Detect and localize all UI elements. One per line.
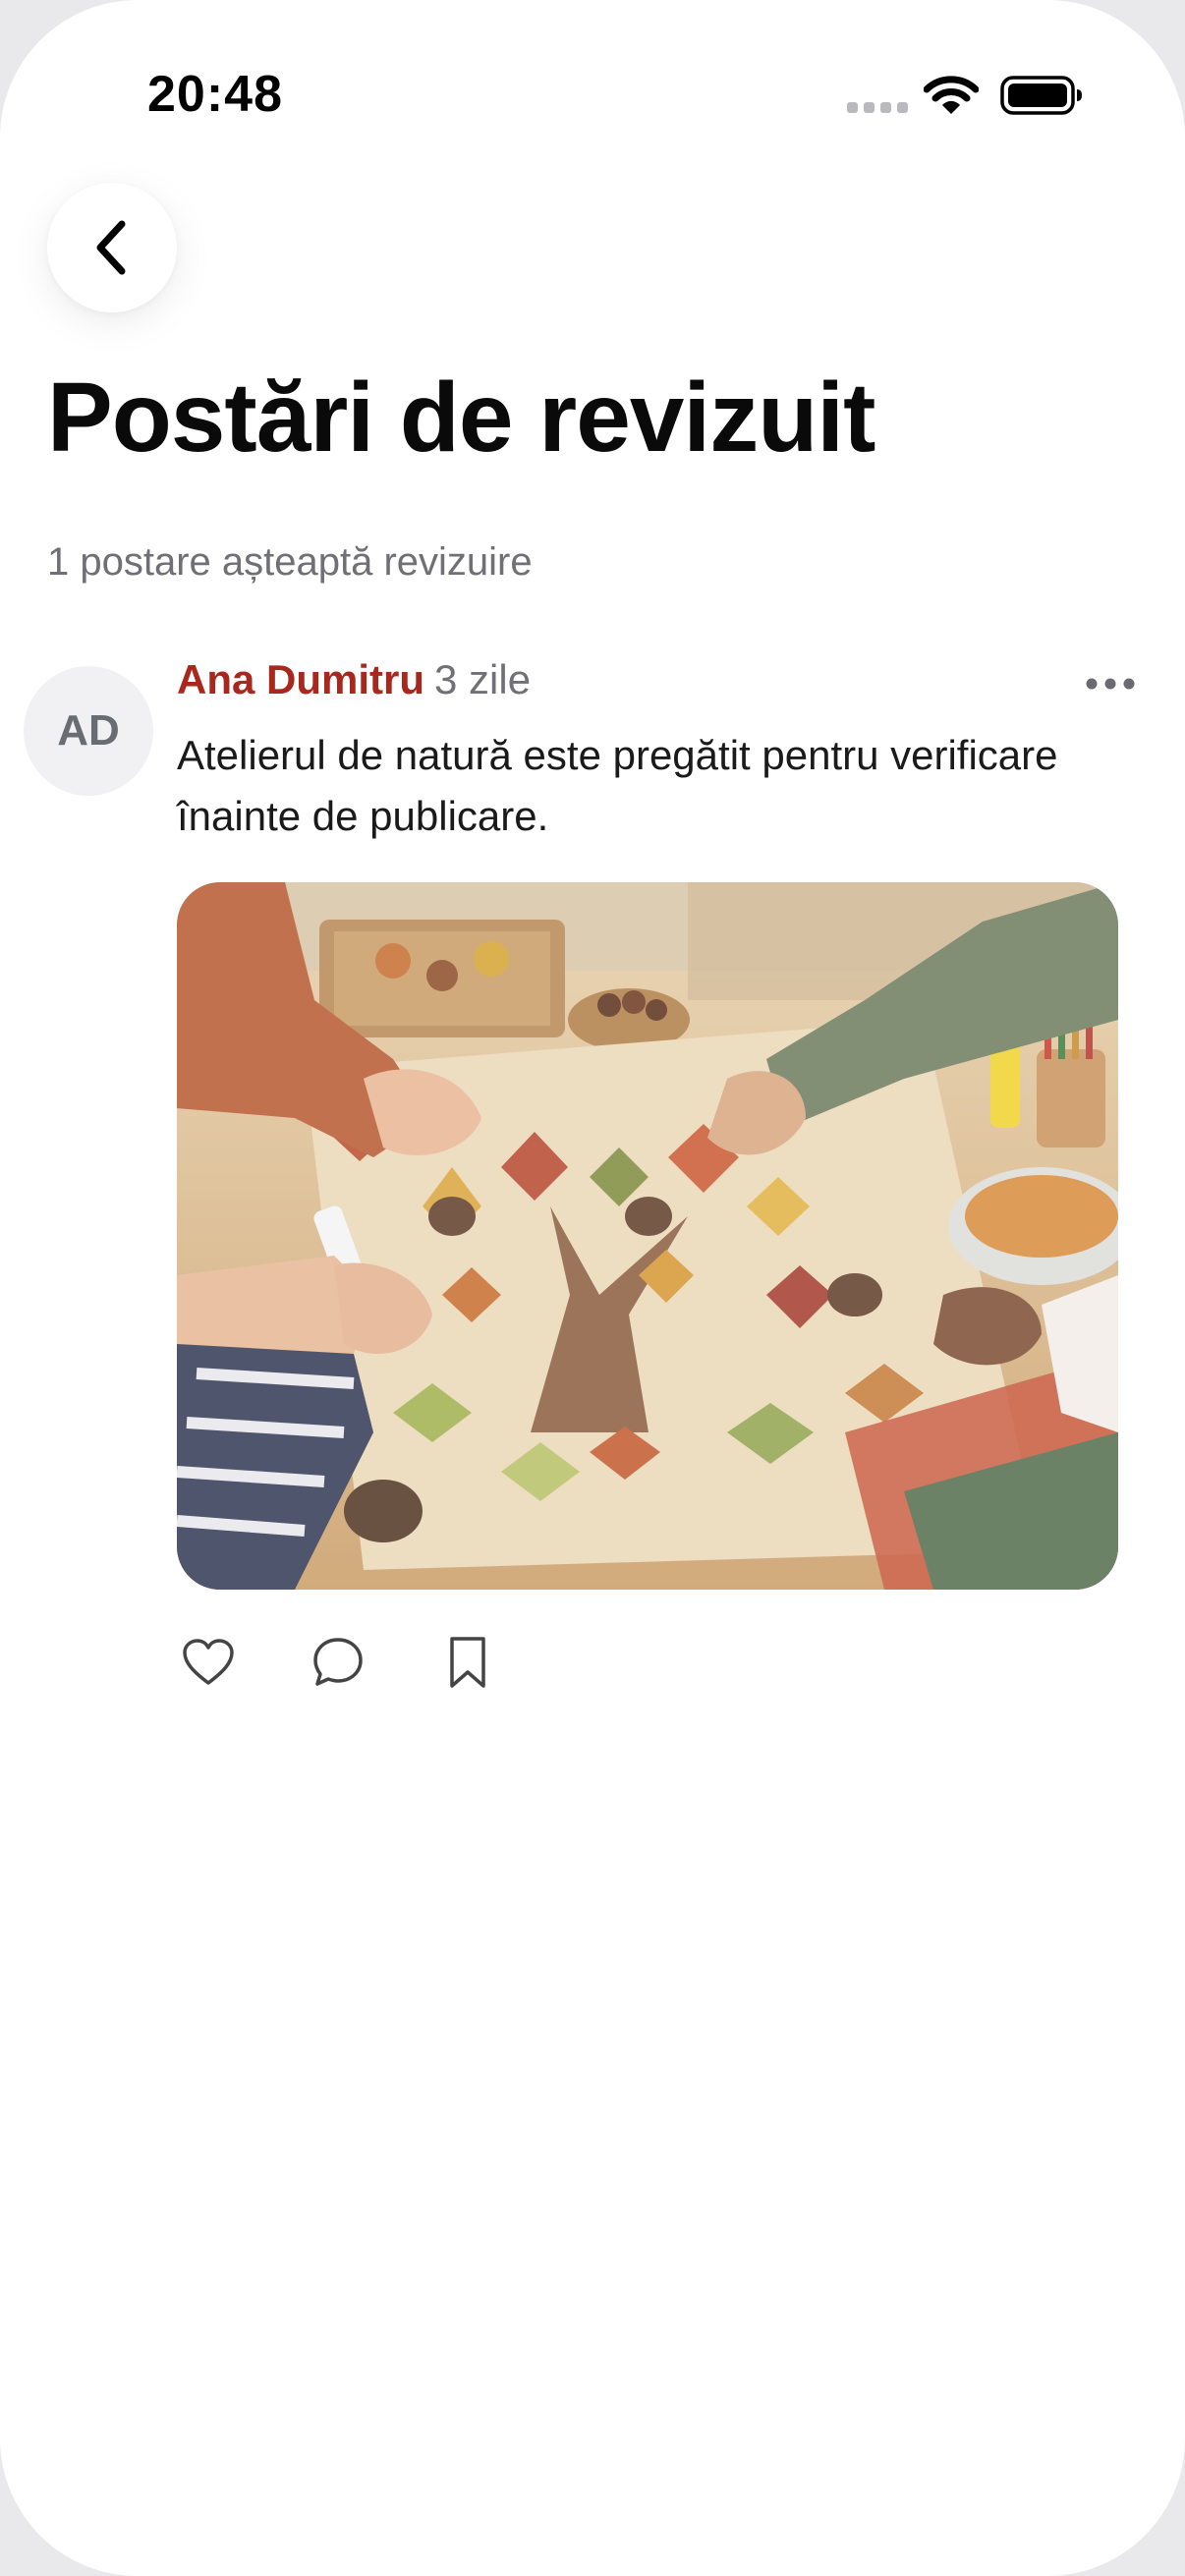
post-timestamp: 3 zile: [434, 656, 532, 702]
ellipsis-icon: [1086, 678, 1135, 690]
post-image[interactable]: [177, 882, 1118, 1590]
status-time: 20:48: [147, 66, 283, 123]
cellular-signal-icon: [847, 102, 908, 116]
heart-icon: [183, 1639, 234, 1685]
chevron-left-icon: [96, 220, 126, 275]
post-author[interactable]: Ana Dumitru: [177, 656, 424, 702]
status-bar: 20:48: [0, 0, 1185, 177]
post-header: Ana Dumitru 3 zile: [177, 656, 531, 703]
comment-icon: [313, 1638, 363, 1686]
wifi-icon: [923, 75, 980, 116]
like-button[interactable]: [177, 1631, 240, 1694]
post-body: Atelierul de natură este pregătit pentru…: [177, 732, 1058, 839]
back-button[interactable]: [47, 183, 177, 312]
page-title: Postări de revizuit: [47, 363, 875, 473]
phone-screen: 20:48 Postări de revizuit 1 postare aște…: [0, 0, 1185, 2576]
battery-icon: [1000, 76, 1083, 115]
comment-button[interactable]: [307, 1631, 369, 1694]
bookmark-icon: [450, 1637, 485, 1688]
more-options-button[interactable]: [1085, 674, 1136, 694]
page-subtitle: 1 postare așteaptă revizuire: [47, 540, 533, 584]
bookmark-button[interactable]: [436, 1631, 499, 1694]
avatar[interactable]: AD: [24, 666, 153, 796]
